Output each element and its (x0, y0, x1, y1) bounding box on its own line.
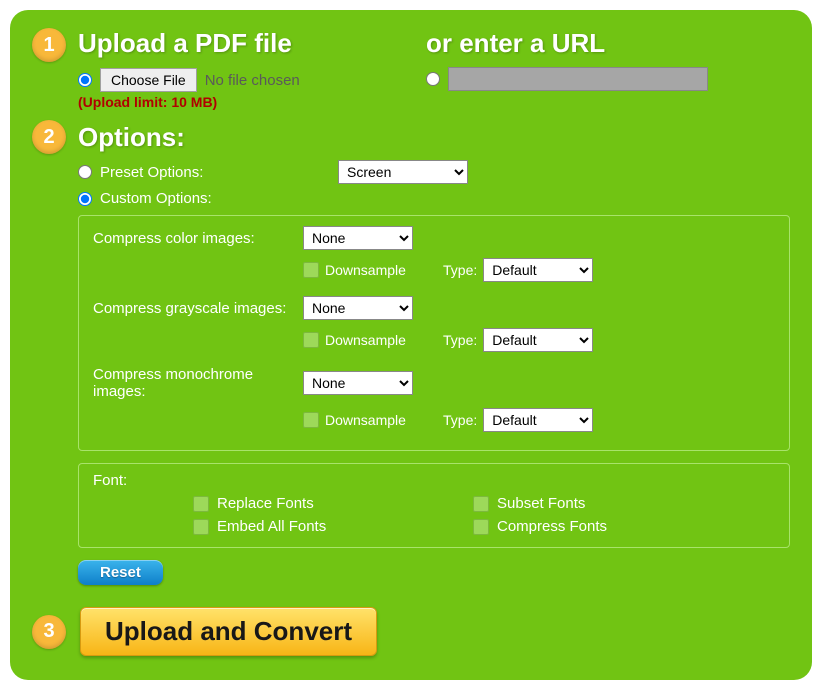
compress-mono-label: Compress monochrome images: (93, 366, 303, 400)
subset-fonts-label: Subset Fonts (497, 495, 585, 512)
downsample-color-label: Downsample (325, 262, 406, 278)
downsample-gray-label: Downsample (325, 332, 406, 348)
preset-select[interactable]: Screen (338, 160, 468, 184)
step2: 2 Options: Preset Options: Screen Custom… (32, 120, 790, 585)
subset-fonts-checkbox[interactable] (473, 496, 489, 512)
type-gray-select[interactable]: Default (483, 328, 593, 352)
choose-file-button[interactable]: Choose File (100, 68, 197, 92)
compress-gray-select[interactable]: None (303, 296, 413, 320)
compress-gray-label: Compress grayscale images: (93, 300, 303, 317)
type-color-label: Type: (443, 262, 477, 278)
step1-title-upload: Upload a PDF file (78, 28, 292, 59)
radio-url[interactable] (426, 72, 440, 86)
compress-color-label: Compress color images: (93, 230, 303, 247)
compress-fonts-label: Compress Fonts (497, 518, 607, 535)
step2-number: 2 (32, 120, 66, 154)
step3-number: 3 (32, 615, 66, 649)
replace-fonts-label: Replace Fonts (217, 495, 314, 512)
preset-options-label: Preset Options: (100, 164, 330, 181)
downsample-mono-label: Downsample (325, 412, 406, 428)
replace-fonts-checkbox[interactable] (193, 496, 209, 512)
font-header: Font: (93, 472, 775, 489)
type-mono-label: Type: (443, 412, 477, 428)
step1-title-url: or enter a URL (426, 28, 790, 59)
custom-options-label: Custom Options: (100, 190, 330, 207)
downsample-mono-checkbox[interactable] (303, 412, 319, 428)
upload-convert-button[interactable]: Upload and Convert (80, 607, 377, 656)
type-color-select[interactable]: Default (483, 258, 593, 282)
compress-mono-select[interactable]: None (303, 371, 413, 395)
font-box: Font: Replace Fonts Subset Fonts Embed A… (78, 463, 790, 548)
step2-title: Options: (78, 122, 185, 153)
converter-panel: 1 Upload a PDF file Choose File No file … (10, 10, 812, 680)
downsample-color-checkbox[interactable] (303, 262, 319, 278)
compress-fonts-checkbox[interactable] (473, 519, 489, 535)
step3: 3 Upload and Convert (32, 607, 790, 656)
url-input[interactable] (448, 67, 708, 91)
custom-options-box: Compress color images: None Downsample T… (78, 215, 790, 451)
radio-preset-options[interactable] (78, 165, 92, 179)
downsample-gray-checkbox[interactable] (303, 332, 319, 348)
radio-custom-options[interactable] (78, 192, 92, 206)
no-file-chosen-text: No file chosen (205, 72, 300, 89)
compress-color-select[interactable]: None (303, 226, 413, 250)
upload-limit-text: (Upload limit: 10 MB) (78, 94, 396, 110)
step1-number: 1 (32, 28, 66, 62)
embed-fonts-label: Embed All Fonts (217, 518, 326, 535)
embed-fonts-checkbox[interactable] (193, 519, 209, 535)
type-mono-select[interactable]: Default (483, 408, 593, 432)
radio-file-upload[interactable] (78, 73, 92, 87)
type-gray-label: Type: (443, 332, 477, 348)
step1: 1 Upload a PDF file Choose File No file … (32, 28, 790, 110)
